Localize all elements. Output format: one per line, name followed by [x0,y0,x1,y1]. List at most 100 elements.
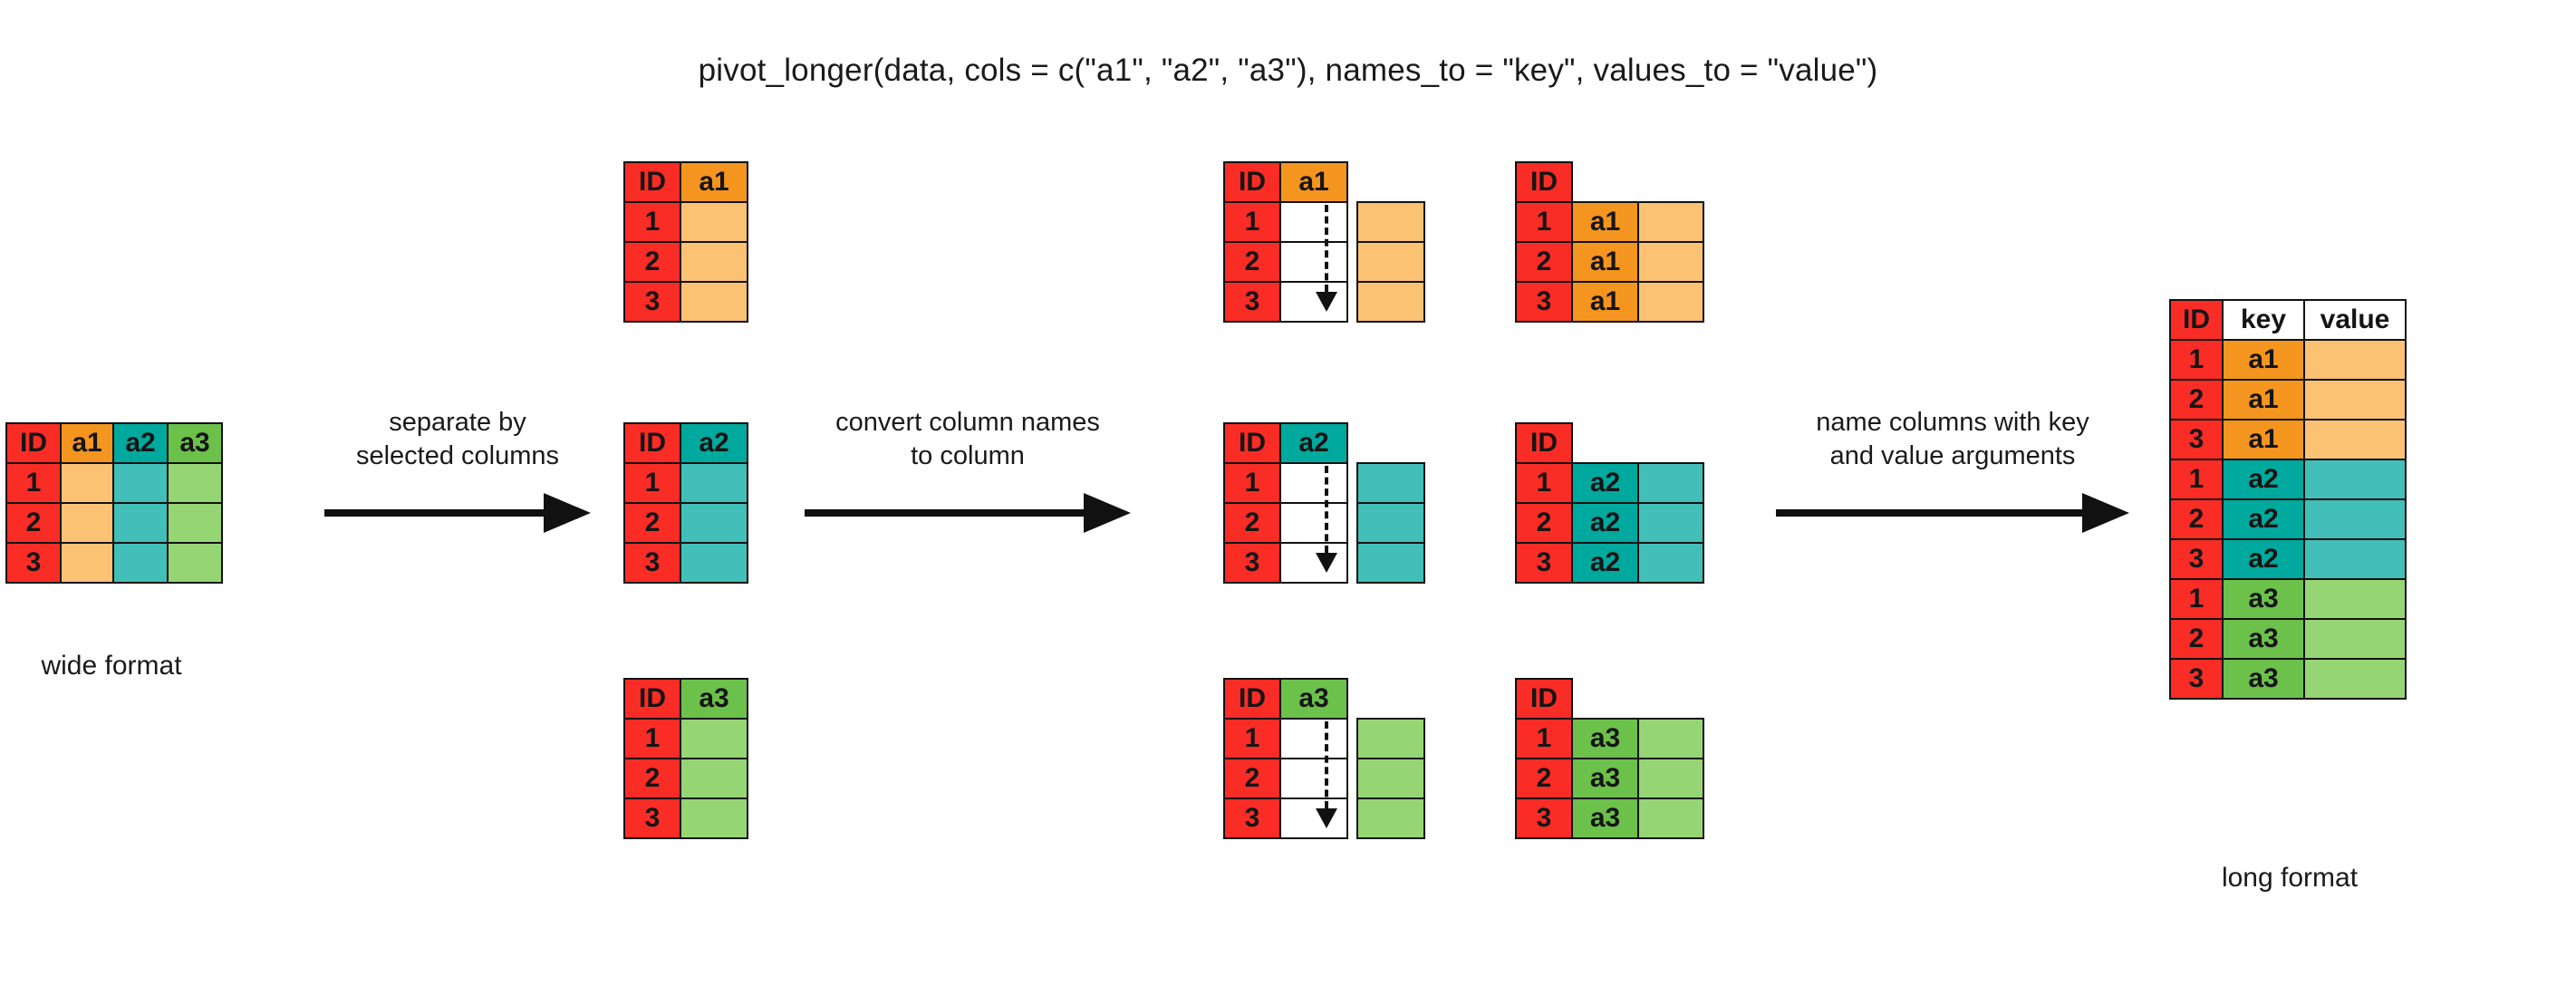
cell-key: a3 [1571,758,1639,799]
cell-id: 3 [1223,542,1281,584]
cell-key: a2 [2222,538,2305,580]
spacer-cell [1638,679,1703,719]
process-arrow-convert: convert column names to column [805,406,1131,533]
cell-id: 2 [2169,379,2224,420]
table-header-row: ID a3 [1223,678,1348,720]
cell-value [680,758,748,799]
cell-value [2303,658,2407,700]
keyed-table-a3: ID 1 a3 2 a3 3 a3 [1515,678,1704,839]
process-arrow-separate-label: separate by selected columns [356,406,559,473]
cell-id: 1 [1223,462,1281,504]
process-arrow-separate: separate by selected columns [324,406,591,533]
table-row: 3 a2 [1515,542,1704,584]
table-row: 1 [623,201,748,243]
cell-id: 1 [2169,578,2224,620]
arrow2-line2: to column [911,441,1025,471]
cell-key: a3 [1571,798,1639,839]
cell-value [680,241,748,283]
cell-key: a2 [1571,462,1639,504]
table-header-row: ID key value [2169,299,2407,341]
cell-value [1637,758,1704,799]
cell-key: a3 [1571,718,1639,759]
cell-id: 1 [1515,718,1573,759]
cell-key: a1 [1571,241,1639,283]
header-cell-key: a3 [680,678,748,720]
cell-value [1637,502,1704,544]
spacer-cell [1572,423,1638,463]
table-row [1356,758,1425,799]
arrow-head-icon [1316,292,1337,312]
cell-value [2303,618,2407,660]
cell-key: a1 [1571,281,1639,323]
cell-id: 1 [623,201,681,243]
cell-id: 3 [5,542,62,584]
cell-id: 3 [623,798,681,839]
cell-id: 2 [2169,498,2224,540]
table-row: 3 [623,542,748,584]
cell-id: 1 [2169,459,2224,500]
cell-a1 [60,542,114,584]
arrow-graphic [1776,493,2129,533]
header-cell-key: a1 [680,161,748,203]
table-row: 1 a2 [2169,459,2407,500]
cell-id: 3 [1223,798,1281,839]
cell-value [1356,758,1425,799]
table-row: 3 [623,798,748,839]
cell-key: a2 [2222,498,2305,540]
cell-value [1637,201,1704,243]
cell-key: a2 [1571,502,1639,544]
cell-id: 3 [1515,281,1573,323]
table-row: 1 [623,462,748,504]
cell-value [2303,459,2407,500]
header-cell-id: ID [623,678,681,720]
keyed-table-a1: ID 1 a1 2 a1 3 a1 [1515,161,1704,323]
table-header-row: ID a3 [623,678,748,720]
dashed-down-arrow-a2 [1316,466,1337,573]
long-format-caption: long format [2221,863,2359,893]
table-row: 2 [623,758,748,799]
table-row: 1 a1 [1515,201,1704,243]
arrow1-line2: selected columns [355,441,560,471]
cell-a3 [167,542,223,584]
cell-id: 3 [1515,798,1573,839]
arrow-graphic [324,493,591,533]
table-row: 1 a3 [1515,718,1704,759]
page-title: pivot_longer(data, cols = c("a1", "a2", … [698,53,1878,88]
cell-value [680,542,748,584]
cell-id: 3 [2169,538,2224,580]
cell-value [1356,281,1425,323]
table-row: 3 a1 [1515,281,1704,323]
cell-id: 1 [2169,339,2224,381]
cell-a2 [112,462,169,504]
cell-key: a2 [1571,542,1639,584]
table-row: 2 a3 [2169,618,2407,660]
table-row: 2 a3 [1515,758,1704,799]
cell-id: 2 [1223,502,1281,544]
cell-value [1637,241,1704,283]
cell-value [1637,798,1704,839]
cell-value [1356,201,1425,243]
dashed-line [1325,721,1328,808]
lifted-values-a2 [1356,462,1425,584]
process-arrow-name-columns: name columns with key and value argument… [1776,406,2129,533]
cell-value [1637,281,1704,323]
table-row [1356,718,1425,759]
cell-id: 1 [1223,201,1281,243]
arrow1-line1: separate by [389,408,526,437]
table-row: 2 [623,502,748,544]
lifted-values-a3 [1356,718,1425,839]
cell-a2 [112,502,169,544]
cell-value [1356,241,1425,283]
long-format-table: ID key value 1 a1 2 a1 3 a1 1 a2 2 a2 3 … [2169,299,2407,700]
cell-value [1356,718,1425,759]
table-row [1356,241,1425,283]
cell-a1 [60,502,114,544]
cell-id: 2 [1515,241,1573,283]
table-row: 3 a2 [2169,538,2407,580]
cell-value [1356,462,1425,504]
process-arrow-name-columns-label: name columns with key and value argument… [1816,406,2089,473]
header-cell-a3: a3 [167,422,223,464]
cell-a2 [112,542,169,584]
cell-id: 2 [1223,241,1281,283]
split-table-a1: ID a1 1 2 3 [623,161,748,323]
